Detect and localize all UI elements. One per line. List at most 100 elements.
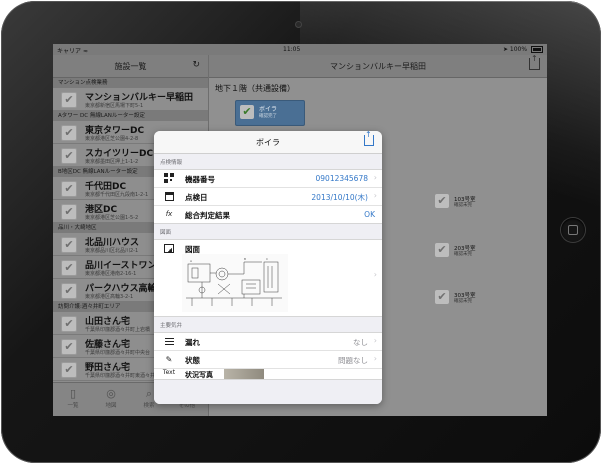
- row-label: 総合判定結果: [185, 211, 230, 220]
- room-303[interactable]: ✔ 303号室 確認未完: [435, 288, 495, 308]
- tab-label: 一覧: [67, 403, 79, 409]
- row-label: 機器番号: [185, 175, 215, 184]
- floor-label: 地下１階（共通設備）: [215, 84, 295, 93]
- equipment-number-row[interactable]: 機器番号 09012345678 ›: [154, 170, 382, 188]
- room-status: 確認未完: [454, 203, 472, 208]
- room-203[interactable]: ✔ 203号室 確認未完: [435, 241, 495, 261]
- popover-body: 点検情報 機器番号 09012345678 › 点検日 2013/10/10(木…: [154, 154, 382, 404]
- chevron-right-icon: ›: [373, 270, 377, 279]
- map-icon: ◎: [106, 387, 116, 400]
- tab-map[interactable]: ◎ 地図: [92, 387, 130, 409]
- facility-address: 東京都千代田区九段南1-2-1: [85, 192, 149, 198]
- status-right: ➤ 100%: [503, 46, 543, 53]
- detail-title: マンションバルキー早稲田: [330, 62, 426, 71]
- facility-address: 千葉県印旛郡酒々井町上岩橋: [85, 327, 151, 333]
- list-icon: [163, 336, 175, 347]
- drawing-group: 図面 A B C ›: [154, 239, 382, 317]
- section-header: マンション点検業務: [53, 78, 208, 88]
- check-icon[interactable]: ✔: [61, 283, 77, 299]
- inspection-group: 機器番号 09012345678 › 点検日 2013/10/10(木) › f…: [154, 169, 382, 224]
- room-status: 確認未完: [454, 252, 472, 257]
- row-label: 漏れ: [185, 338, 200, 347]
- facility-address: 千葉県印旛郡酒々井町東酒々井: [85, 373, 156, 379]
- facility-address: 東京都新宿区馬場下町5-1: [85, 103, 144, 109]
- popover-header: ボイラ: [154, 131, 382, 154]
- check-icon[interactable]: ✔: [61, 362, 77, 378]
- check-icon: ✔: [435, 290, 449, 304]
- facility-address: 東京都港区芝公園1-5-2: [85, 215, 139, 221]
- home-button[interactable]: [561, 218, 585, 242]
- condition-row[interactable]: ✎ 状態 問題なし ›: [154, 351, 382, 369]
- battery-percent: 100%: [509, 46, 528, 53]
- row-value: 2013/10/10(木): [311, 193, 368, 202]
- carrier-label: キャリア ≈: [57, 46, 88, 55]
- popover-title: ボイラ: [256, 138, 280, 147]
- equipment-popover: ボイラ 点検情報 機器番号 09012345678 › 点検日 2013/10/…: [154, 131, 382, 404]
- row-value: OK: [364, 210, 375, 219]
- row-label: 状況写真: [185, 371, 213, 379]
- chevron-right-icon: ›: [373, 336, 377, 345]
- chevron-right-icon: ›: [373, 173, 377, 182]
- tab-list[interactable]: ▯ 一覧: [54, 387, 92, 409]
- status-bar: キャリア ≈ 11:05 ➤ 100%: [53, 44, 547, 55]
- photo-row[interactable]: Text 状況写真: [154, 369, 382, 379]
- fx-icon: fx: [165, 210, 173, 218]
- room-status: 確認未完: [454, 299, 472, 304]
- row-label: 状態: [185, 356, 200, 365]
- status-time: 11:05: [283, 46, 301, 53]
- check-icon[interactable]: ✔: [61, 260, 77, 276]
- calendar-icon: [163, 191, 175, 202]
- room-103[interactable]: ✔ 103号室 確認未完: [435, 192, 495, 212]
- svg-text:C: C: [266, 257, 268, 261]
- facility-address: 東京都港区高輪3-2-1: [85, 294, 134, 300]
- check-icon[interactable]: ✔: [61, 148, 77, 164]
- detail-nav-bar: マンションバルキー早稲田: [209, 54, 547, 78]
- check-icon[interactable]: ✔: [61, 92, 77, 108]
- refresh-icon[interactable]: ↻: [192, 60, 200, 70]
- check-icon[interactable]: ✔: [61, 204, 77, 220]
- row-value: 09012345678: [315, 174, 369, 183]
- drawing-row[interactable]: 図面 A B C ›: [154, 240, 382, 316]
- picture-icon: [163, 244, 175, 255]
- photo-thumbnail: [224, 369, 264, 379]
- remarks-group: 漏れ なし › ✎ 状態 問題なし › Text 状況写真: [154, 332, 382, 380]
- leak-row[interactable]: 漏れ なし ›: [154, 333, 382, 351]
- check-icon: ✔: [240, 105, 254, 119]
- inspection-date-row[interactable]: 点検日 2013/10/10(木) ›: [154, 188, 382, 206]
- pen-icon: ✎: [165, 355, 173, 364]
- facility-address: 東京都墨田区押上1-1-2: [85, 159, 139, 165]
- drawing-thumbnail: A B C: [182, 254, 288, 312]
- boiler-chip[interactable]: ✔ ボイラ 確認完了: [235, 100, 305, 126]
- text-tool-label: Text: [162, 369, 176, 376]
- section-header: 図面: [160, 230, 172, 236]
- check-icon: ✔: [435, 194, 449, 208]
- master-nav-bar: 施設一覧 ↻: [53, 55, 208, 78]
- facility-address: 東京都港区芝公園4-2-8: [85, 136, 139, 142]
- tab-label: 地図: [105, 403, 117, 409]
- location-icon: ➤: [502, 46, 508, 53]
- share-icon[interactable]: [364, 131, 374, 146]
- row-label: 点検日: [185, 193, 208, 202]
- overall-result-row[interactable]: fx 総合判定結果 OK: [154, 206, 382, 223]
- check-icon[interactable]: ✔: [61, 237, 77, 253]
- boiler-chip-label: ボイラ: [259, 106, 278, 113]
- share-icon[interactable]: [529, 54, 540, 70]
- carrier-text: キャリア: [57, 48, 82, 55]
- check-icon[interactable]: ✔: [61, 339, 77, 355]
- row-value: 問題なし: [338, 356, 368, 365]
- battery-icon: [531, 46, 543, 53]
- svg-text:B: B: [244, 257, 246, 261]
- chevron-right-icon: ›: [373, 191, 377, 200]
- tab-label: 検索: [143, 403, 155, 409]
- check-icon[interactable]: ✔: [61, 316, 77, 332]
- facility-address: 千葉県印旛郡酒々井町中央台: [85, 350, 151, 356]
- camera-icon: [296, 22, 301, 27]
- facility-row[interactable]: ✔ マンションバルキー早稲田 東京都新宿区馬場下町5-1: [53, 88, 208, 111]
- check-icon[interactable]: ✔: [61, 181, 77, 197]
- row-value: なし: [353, 338, 368, 347]
- section-header: Aタワー DC 無線LANルーター設定: [53, 111, 208, 121]
- section-header: 点検情報: [160, 160, 183, 166]
- list-icon: ▯: [69, 387, 77, 400]
- check-icon[interactable]: ✔: [61, 125, 77, 141]
- screen: キャリア ≈ 11:05 ➤ 100% 施設一覧 ↻ マンション点検業務 ✔ マンシ…: [53, 44, 547, 416]
